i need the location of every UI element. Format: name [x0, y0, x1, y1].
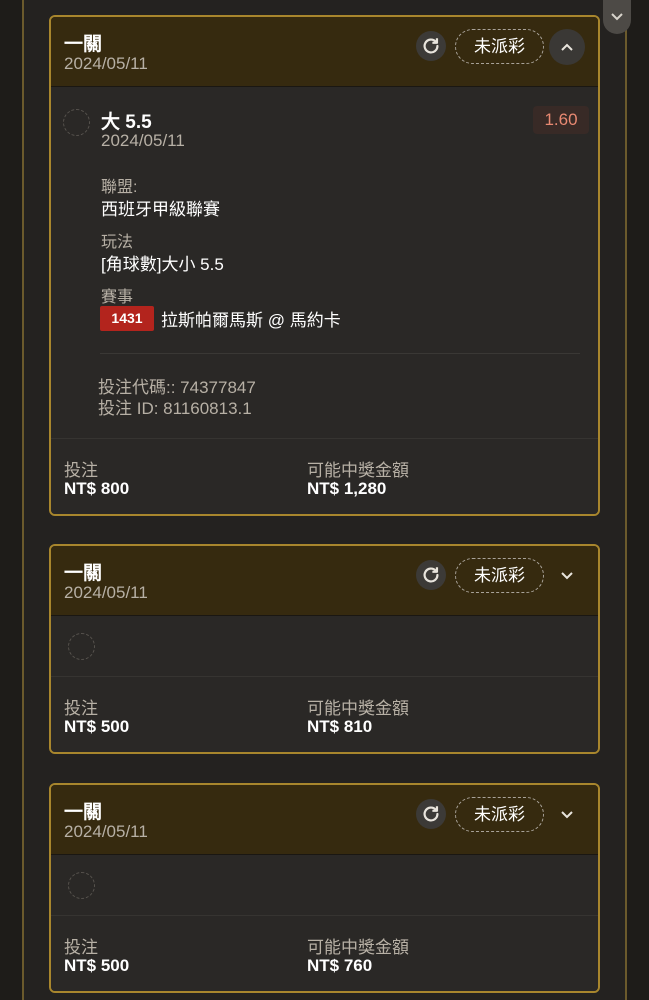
payout-label: 可能中獎金額 [307, 461, 409, 480]
league-label: 聯盟: [101, 179, 138, 196]
event-label: 賽事 [101, 289, 134, 306]
scroll-down-button[interactable] [603, 0, 631, 34]
status-badge: 未派彩 [455, 797, 544, 832]
stake-value: NT$ 500 [64, 717, 130, 736]
odds-value: 1.60 [533, 106, 589, 134]
bet-card-footer: 投注 NT$ 500 可能中獎金額 NT$ 810 [51, 676, 598, 752]
stake-label: 投注 [64, 699, 98, 718]
bet-card-header[interactable]: 一關 2024/05/11 未派彩 [51, 546, 598, 616]
status-badge: 未派彩 [455, 558, 544, 593]
chevron-down-icon [611, 13, 623, 21]
payout-value: NT$ 1,280 [307, 479, 387, 498]
bet-card-date: 2024/05/11 [64, 583, 148, 602]
bet-card: 一關 2024/05/11 未派彩 大 5.5 2024/05/11 1.60 … [49, 15, 600, 516]
chevron-down-icon [561, 572, 573, 580]
divider [100, 353, 580, 354]
bet-type-label: 玩法 [101, 234, 134, 251]
league-value: 西班牙甲級聯賽 [101, 200, 220, 219]
bet-card-footer: 投注 NT$ 500 可能中獎金額 NT$ 760 [51, 915, 598, 991]
refresh-button[interactable] [416, 560, 446, 590]
chevron-down-icon [561, 811, 573, 819]
bet-selection: 大 5.5 2024/05/11 1.60 聯盟: 西班牙甲級聯賽 玩法 [角球… [51, 87, 598, 438]
refresh-icon [423, 806, 439, 822]
event-row: 1431 拉斯帕爾馬斯 @ 馬約卡 [100, 306, 341, 331]
payout-label: 可能中獎金額 [307, 699, 409, 718]
stake-label: 投注 [64, 461, 98, 480]
selection-status-icon [68, 633, 95, 660]
bet-card-title: 一關 [64, 563, 103, 584]
bet-card-title: 一關 [64, 802, 103, 823]
bet-card-title: 一關 [64, 34, 103, 55]
selection-status-icon [63, 109, 90, 136]
event-id-tag: 1431 [100, 306, 154, 331]
expand-button[interactable] [549, 797, 585, 833]
bet-type-value: [角球數]大小 5.5 [101, 255, 224, 274]
bet-card: 一關 2024/05/11 未派彩 投注 NT$ 500 可能中獎金額 NT$ … [49, 783, 600, 993]
payout-value: NT$ 810 [307, 717, 373, 736]
event-name: 拉斯帕爾馬斯 @ 馬約卡 [161, 311, 341, 330]
bet-id: 投注 ID: 81160813.1 [98, 399, 252, 418]
bet-selection [51, 616, 598, 676]
collapse-button[interactable] [549, 29, 585, 65]
selection-title: 大 5.5 [101, 112, 152, 133]
bet-card-footer: 投注 NT$ 800 可能中獎金額 NT$ 1,280 [51, 438, 598, 514]
selection-status-icon [68, 872, 95, 899]
payout-label: 可能中獎金額 [307, 938, 409, 957]
selection-date: 2024/05/11 [101, 131, 185, 150]
refresh-button[interactable] [416, 799, 446, 829]
expand-button[interactable] [549, 558, 585, 594]
refresh-button[interactable] [416, 31, 446, 61]
stake-label: 投注 [64, 938, 98, 957]
bet-card-date: 2024/05/11 [64, 822, 148, 841]
stake-value: NT$ 800 [64, 479, 130, 498]
bet-card: 一關 2024/05/11 未派彩 投注 NT$ 500 可能中獎金額 NT$ … [49, 544, 600, 754]
bet-card-header[interactable]: 一關 2024/05/11 未派彩 [51, 785, 598, 855]
refresh-icon [423, 38, 439, 54]
payout-value: NT$ 760 [307, 956, 373, 975]
stake-value: NT$ 500 [64, 956, 130, 975]
bet-card-header[interactable]: 一關 2024/05/11 未派彩 [51, 17, 598, 87]
chevron-up-icon [561, 43, 573, 51]
status-badge: 未派彩 [455, 29, 544, 64]
refresh-icon [423, 567, 439, 583]
bet-selection [51, 855, 598, 915]
bet-card-date: 2024/05/11 [64, 54, 148, 73]
